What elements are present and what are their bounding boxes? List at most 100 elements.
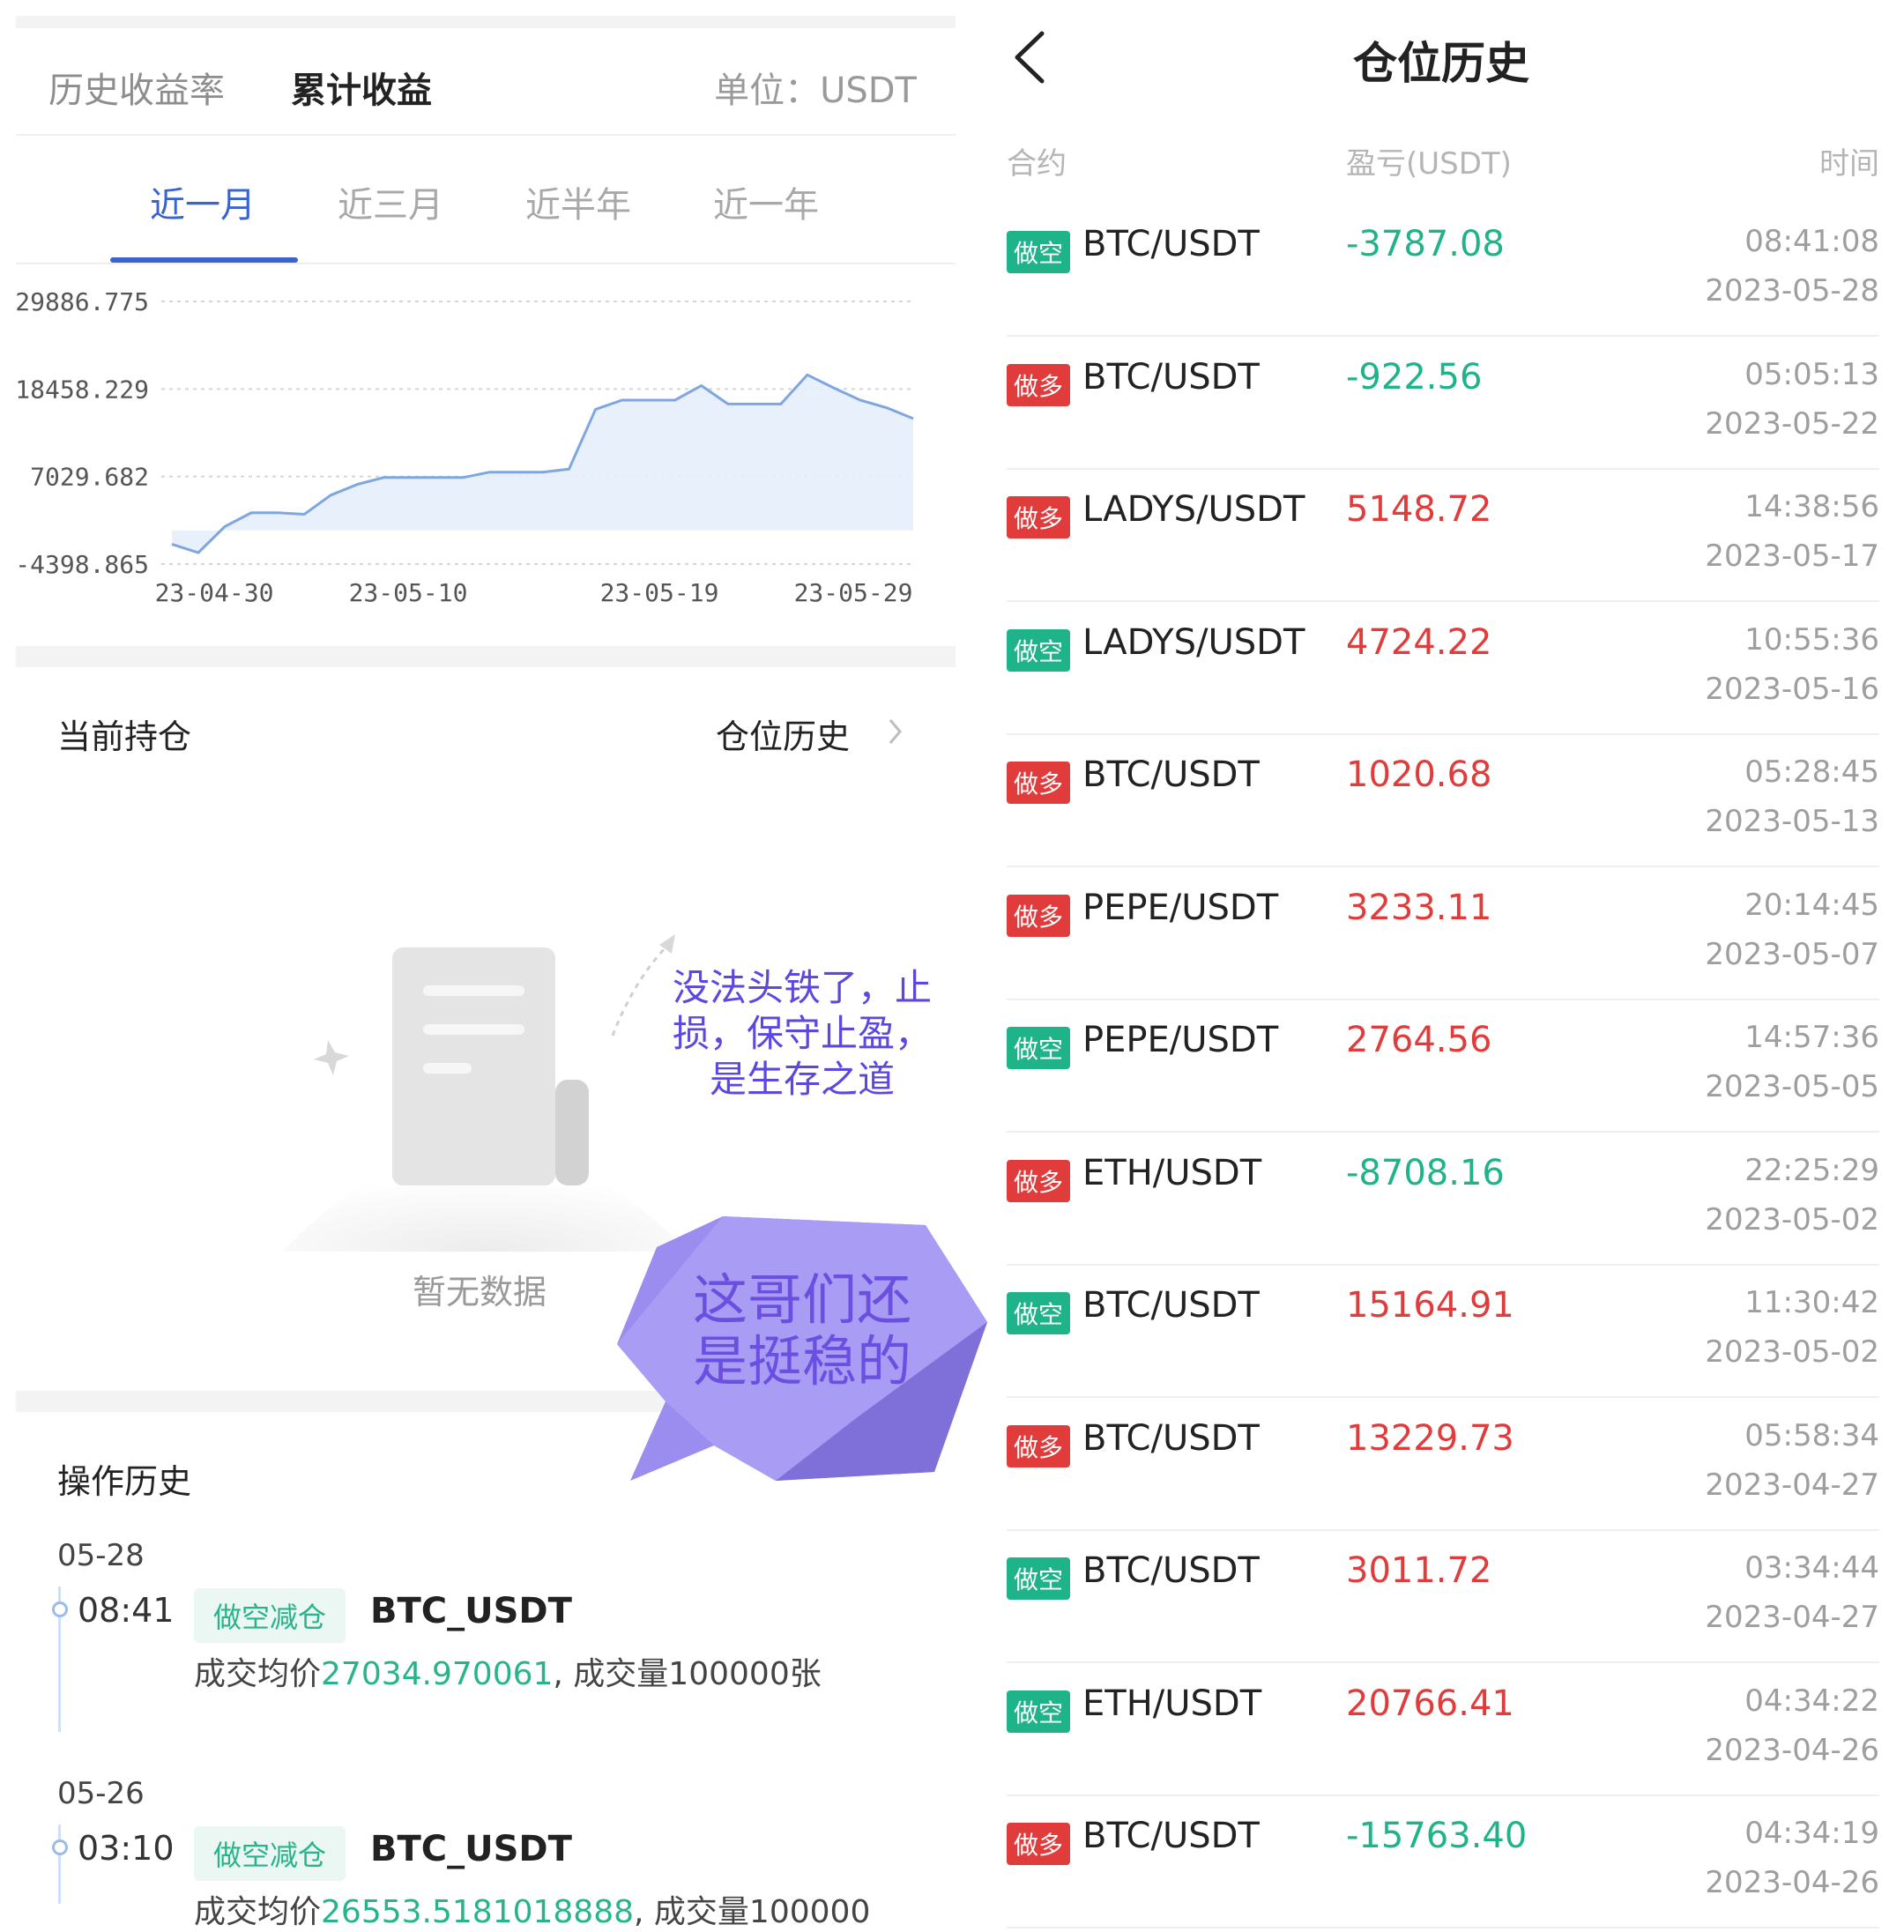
close-time: 22:25:29	[1744, 1152, 1879, 1188]
side-badge: 做空	[1007, 1557, 1071, 1600]
pnl-value: 5148.72	[1346, 489, 1492, 530]
position-row[interactable]: 做多 ETH/USDT -8708.16 22:25:29 2023-05-02	[1007, 1133, 1879, 1266]
op-price: 26553.5181018888	[321, 1894, 635, 1930]
pnl-value: 13229.73	[1346, 1417, 1514, 1459]
chart-area-fill	[172, 375, 913, 553]
chevron-right-icon[interactable]	[886, 716, 905, 747]
close-date: 2023-04-26	[1705, 1732, 1879, 1768]
page-title: 仓位历史	[1353, 38, 1529, 89]
unit-label: 单位：USDT	[714, 71, 917, 111]
position-row[interactable]: 做多 BTC/USDT 1020.68 05:28:45 2023-05-13	[1007, 735, 1879, 867]
tab-cumulative-earnings[interactable]: 累计收益	[291, 62, 432, 113]
current-position-title: 当前持仓	[57, 717, 192, 756]
pnl-value: -15763.40	[1346, 1816, 1528, 1856]
close-date: 2023-05-07	[1705, 936, 1879, 972]
close-date: 2023-04-27	[1705, 1600, 1879, 1635]
timeline-dot	[52, 1839, 68, 1855]
position-row[interactable]: 做多 BTC/USDT -15763.40 04:34:19 2023-04-26	[1007, 1796, 1879, 1928]
pnl-value: 3233.11	[1346, 887, 1492, 928]
close-date: 2023-05-22	[1705, 405, 1879, 442]
contract-symbol: ETH/USDT	[1082, 1683, 1262, 1724]
close-time: 05:58:34	[1744, 1417, 1879, 1453]
close-date: 2023-05-02	[1705, 1334, 1879, 1370]
pnl-value: 1020.68	[1346, 754, 1492, 795]
side-badge: 做多	[1007, 1159, 1071, 1202]
close-time: 08:41:08	[1744, 224, 1879, 259]
earnings-panel: 历史收益率 累计收益 单位：USDT 近一月 近三月 近半年 近一年 29886…	[0, 0, 961, 1930]
x-tick-label: 23-05-29	[794, 578, 913, 607]
close-date: 2023-05-28	[1705, 273, 1879, 308]
pnl-value: 3011.72	[1346, 1550, 1492, 1591]
position-row[interactable]: 做空 LADYS/USDT 4724.22 10:55:36 2023-05-16	[1007, 603, 1879, 735]
contract-symbol: BTC/USDT	[1082, 224, 1260, 264]
contract-symbol: LADYS/USDT	[1082, 621, 1305, 663]
position-row[interactable]: 做空 BTC/USDT 15164.91 11:30:42 2023-05-02	[1007, 1266, 1879, 1398]
speech-bubble-text: 这哥们还是挺稳的	[692, 1267, 911, 1393]
side-badge: 做多	[1007, 1424, 1071, 1468]
period-3m[interactable]: 近三月	[302, 176, 479, 227]
contract-symbol: LADYS/USDT	[1082, 489, 1305, 530]
close-time: 14:57:36	[1744, 1020, 1879, 1055]
pnl-value: 4724.22	[1346, 621, 1492, 663]
close-time: 05:05:13	[1744, 356, 1879, 392]
contract-symbol: PEPE/USDT	[1082, 887, 1279, 928]
pnl-value: 2764.56	[1346, 1020, 1492, 1060]
contract-symbol: BTC/USDT	[1082, 1417, 1260, 1459]
earnings-chart: 29886.775 18458.229 7029.682 -4398.86523-04…	[16, 287, 914, 607]
side-badge: 做多	[1007, 496, 1071, 539]
y-tick-label: 29886.775	[16, 287, 149, 316]
pnl-value: 15164.91	[1346, 1285, 1514, 1326]
position-row[interactable]: 做空 BTC/USDT -3787.08 08:41:08 2023-05-28	[1007, 204, 1879, 337]
close-time: 04:34:22	[1744, 1683, 1879, 1719]
position-history-panel: 仓位历史 合约 盈亏(USDT) 时间 做空 BTC/USDT -3787.08 08…	[978, 0, 1904, 1928]
side-badge: 做空	[1007, 231, 1071, 273]
side-badge: 做多	[1007, 762, 1071, 804]
close-date: 2023-05-02	[1705, 1201, 1879, 1237]
close-date: 2023-05-05	[1705, 1069, 1879, 1104]
y-tick-label: -4398.865	[16, 550, 149, 579]
close-date: 2023-05-17	[1705, 539, 1879, 574]
op-tag: 做空减仓	[194, 1826, 346, 1881]
period-1y[interactable]: 近一年	[678, 176, 854, 227]
position-row[interactable]: 做空 PEPE/USDT 2764.56 14:57:36 2023-05-05	[1007, 1000, 1879, 1133]
annotation-note: 没法头铁了，止损，保守止盈，是生存之道	[672, 966, 932, 1101]
side-badge: 做空	[1007, 1690, 1071, 1733]
contract-symbol: BTC/USDT	[1082, 1816, 1260, 1856]
contract-symbol: BTC/USDT	[1082, 356, 1260, 398]
position-row[interactable]: 做空 BTC/USDT 3011.72 03:34:44 2023-04-27	[1007, 1531, 1879, 1663]
contract-symbol: ETH/USDT	[1082, 1152, 1262, 1193]
position-row[interactable]: 做多 PEPE/USDT 3233.11 20:14:45 2023-05-07	[1007, 868, 1879, 1000]
column-header-time: 时间	[1819, 146, 1879, 182]
close-time: 04:34:19	[1744, 1816, 1879, 1851]
position-row[interactable]: 做多 LADYS/USDT 5148.72 14:38:56 2023-05-17	[1007, 470, 1879, 602]
period-divider	[16, 263, 956, 264]
position-row[interactable]: 做多 BTC/USDT 13229.73 05:58:34 2023-04-27	[1007, 1399, 1879, 1531]
op-date: 05-26	[57, 1776, 145, 1811]
timeline-dot	[52, 1601, 68, 1617]
timeline-line	[58, 1824, 61, 1904]
period-1m[interactable]: 近一月	[115, 176, 291, 227]
side-badge: 做多	[1007, 894, 1071, 937]
position-row[interactable]: 做空 ETH/USDT 20766.41 04:34:22 2023-04-26	[1007, 1664, 1879, 1796]
close-time: 10:55:36	[1744, 621, 1879, 658]
section-gray-divider	[16, 646, 956, 667]
position-row[interactable]: 做多 BTC/USDT -922.56 05:05:13 2023-05-22	[1007, 338, 1879, 470]
op-symbol[interactable]: BTC_USDT	[370, 1591, 572, 1631]
pnl-value: -922.56	[1346, 356, 1483, 398]
side-badge: 做多	[1007, 363, 1071, 406]
op-time: 08:41	[78, 1591, 175, 1630]
period-6m[interactable]: 近半年	[490, 176, 666, 227]
close-time: 11:30:42	[1744, 1285, 1879, 1320]
op-date: 05-28	[57, 1538, 145, 1573]
op-detail: 成交均价27034.970061, 成交量100000张	[194, 1656, 822, 1692]
contract-symbol: PEPE/USDT	[1082, 1020, 1279, 1060]
op-symbol[interactable]: BTC_USDT	[370, 1829, 572, 1869]
close-date: 2023-05-16	[1705, 671, 1879, 707]
side-badge: 做空	[1007, 1292, 1071, 1334]
operation-history-title: 操作历史	[57, 1462, 192, 1501]
position-history-link[interactable]: 仓位历史	[716, 710, 850, 758]
tab-history-yield[interactable]: 历史收益率	[48, 62, 225, 113]
close-time: 05:28:45	[1744, 754, 1879, 790]
pnl-value: 20766.41	[1346, 1683, 1514, 1724]
y-tick-label: 7029.682	[30, 463, 149, 492]
